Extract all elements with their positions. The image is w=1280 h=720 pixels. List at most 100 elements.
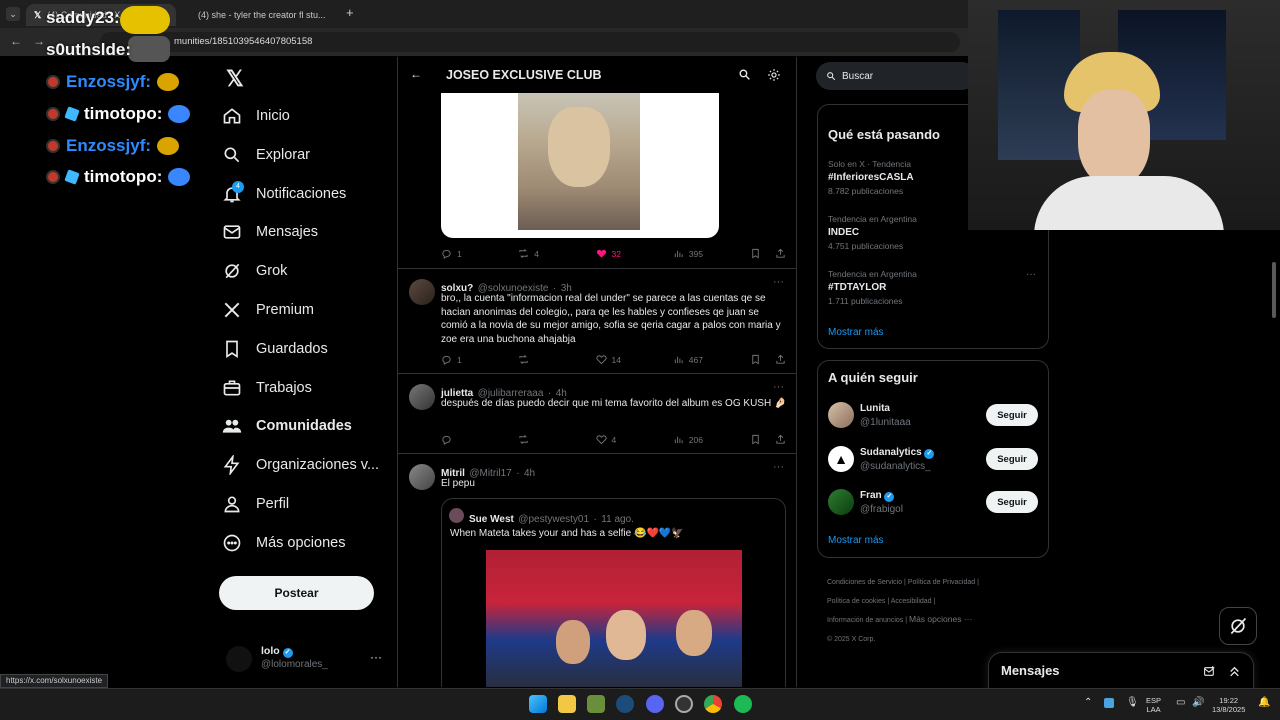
nav-notificaciones[interactable]: Notificaciones 4 [222, 175, 346, 213]
tweet-with-image[interactable]: 1 4 32 395 [398, 93, 796, 269]
footer-link[interactable]: Política de Privacidad [908, 579, 975, 586]
reply-button[interactable] [441, 434, 481, 445]
like-button[interactable]: 14 [595, 354, 636, 365]
nav-guardados[interactable]: Guardados [222, 330, 328, 368]
grok-floating-button[interactable] [1219, 607, 1257, 645]
gear-icon[interactable] [767, 68, 781, 82]
x-logo-icon[interactable]: 𝕏 [226, 66, 244, 92]
views-button[interactable]: 206 [673, 434, 713, 445]
copyright: © 2025 X Corp. [827, 636, 876, 643]
chat-username: s0uthslde: [46, 40, 132, 59]
nav-grok[interactable]: Grok [222, 252, 287, 290]
chat-badge-icon [46, 139, 60, 153]
network-icon[interactable]: ▭ [1176, 697, 1185, 708]
tweet-media-frame[interactable] [441, 93, 719, 238]
microphone-icon[interactable]: 🎙 [1126, 697, 1139, 708]
nav-explorar[interactable]: Explorar [222, 136, 310, 174]
search-box[interactable]: Buscar [816, 62, 976, 90]
share-icon[interactable] [775, 434, 786, 445]
discord-icon[interactable] [646, 695, 664, 713]
quote-photo[interactable] [486, 550, 742, 687]
quoted-tweet[interactable]: Sue West @pestywesty01 · 11 ago. When Ma… [441, 498, 786, 687]
nav-perfil[interactable]: Perfil [222, 485, 289, 523]
app-icon[interactable] [587, 695, 605, 713]
repost-button[interactable] [518, 434, 558, 445]
more-dots-icon[interactable]: ··· [773, 381, 784, 393]
file-explorer-icon[interactable] [558, 695, 576, 713]
nav-mas-opciones[interactable]: Más opciones [222, 524, 345, 562]
follow-button[interactable]: Seguir [986, 448, 1038, 470]
avatar[interactable] [409, 279, 435, 305]
chevron-up-icon[interactable] [1228, 665, 1241, 678]
tray-chevron-icon[interactable]: ⌃ [1084, 697, 1092, 708]
back-arrow-icon[interactable]: ← [410, 67, 422, 81]
tweet[interactable]: julietta @julibarreraaa · 4h ··· después… [398, 374, 796, 454]
account-switcher[interactable]: lolo ✓ @lolomorales_ ··· [226, 644, 386, 674]
clock[interactable]: 19:22 13/8/2025 [1212, 696, 1245, 714]
follow-suggestion[interactable]: ▲ Sudanalytics ✓ @sudanalytics_ Seguir [818, 439, 1048, 479]
nav-inicio[interactable]: Inicio [222, 97, 290, 135]
messages-drawer[interactable]: Mensajes [988, 652, 1254, 692]
chat-username: timotopo: [84, 104, 163, 123]
views-button[interactable]: 395 [673, 248, 713, 259]
like-button[interactable]: 4 [595, 434, 636, 445]
post-button[interactable]: Postear [219, 576, 374, 610]
footer-link[interactable]: Política de cookies [827, 598, 885, 605]
trend-item[interactable]: Tendencia en Argentina #TDTAYLOR 1.711 p… [828, 269, 1038, 306]
chat-line-5: Enzossjyf: [46, 136, 180, 156]
notification-bell-icon[interactable]: 🔔 [1258, 697, 1270, 708]
nav-comunidades[interactable]: Comunidades [222, 407, 352, 445]
bookmark-icon [226, 340, 238, 359]
views-button[interactable]: 467 [673, 354, 713, 365]
keyboard-language[interactable]: ESP LAA [1146, 696, 1161, 714]
repost-button[interactable] [518, 354, 558, 365]
nav-trabajos[interactable]: Trabajos [222, 369, 312, 407]
footer-link[interactable]: Accesibilidad [891, 598, 932, 605]
tweet-photo[interactable] [518, 93, 640, 230]
search-icon[interactable] [738, 68, 751, 81]
share-icon[interactable] [775, 354, 786, 365]
footer-link[interactable]: Condiciones de Servicio [827, 579, 902, 586]
url-field[interactable]: munities/1851039546407805158 [100, 32, 960, 52]
avatar[interactable] [409, 384, 435, 410]
show-more-follow-link[interactable]: Mostrar más [828, 535, 884, 546]
windows-start-icon[interactable] [529, 695, 547, 713]
follow-button[interactable]: Seguir [986, 404, 1038, 426]
footer-link[interactable]: Información de anuncios [827, 617, 903, 624]
bookmark-icon[interactable] [750, 434, 761, 445]
reply-button[interactable]: 1 [441, 248, 481, 259]
page-scrollbar-thumb[interactable] [1272, 262, 1276, 318]
like-button[interactable]: 32 [596, 248, 636, 259]
follow-button[interactable]: Seguir [986, 491, 1038, 513]
steam-icon[interactable] [616, 695, 634, 713]
spotify-icon[interactable] [734, 695, 752, 713]
follow-suggestion[interactable]: Lunita @1lunitaaa Seguir [818, 395, 1048, 435]
obs-icon[interactable] [675, 695, 693, 713]
nav-organizaciones[interactable]: Organizaciones v... [222, 446, 379, 484]
share-icon[interactable] [775, 248, 786, 259]
chrome-icon[interactable] [704, 695, 722, 713]
reply-button[interactable]: 1 [441, 354, 481, 365]
tray-app-icon[interactable] [1104, 698, 1114, 708]
new-tab-plus-icon[interactable]: + [346, 5, 354, 20]
trends-title: Qué está pasando [828, 127, 940, 142]
show-more-trends-link[interactable]: Mostrar más [828, 327, 884, 338]
more-dots-icon[interactable]: ··· [370, 650, 382, 664]
nav-mensajes[interactable]: Mensajes [222, 213, 318, 251]
more-dots-icon[interactable]: ··· [1026, 269, 1036, 280]
tweet[interactable]: solxu? @solxunoexiste · 3h ··· bro,, la … [398, 269, 796, 374]
more-dots-icon[interactable]: ··· [773, 461, 784, 473]
follow-suggestion[interactable]: Fran ✓ @frabigol Seguir [818, 482, 1048, 522]
avatar[interactable] [409, 464, 435, 490]
nav-premium[interactable]: Premium [222, 291, 314, 329]
tweet-with-quote[interactable]: Mitril @Mitril17 · 4h ··· El pepu Sue We… [398, 454, 796, 687]
repost-button[interactable]: 4 [518, 248, 558, 259]
volume-icon[interactable]: 🔊 [1192, 697, 1204, 708]
bookmark-icon[interactable] [750, 248, 761, 259]
footer-more-link[interactable]: Más opciones ··· [909, 614, 972, 624]
more-dots-icon[interactable]: ··· [773, 276, 784, 288]
new-message-icon[interactable] [1203, 665, 1216, 678]
bookmark-icon[interactable] [750, 354, 761, 365]
like-count: 4 [611, 434, 617, 445]
tweet-actions: 1 14 467 [441, 354, 786, 365]
